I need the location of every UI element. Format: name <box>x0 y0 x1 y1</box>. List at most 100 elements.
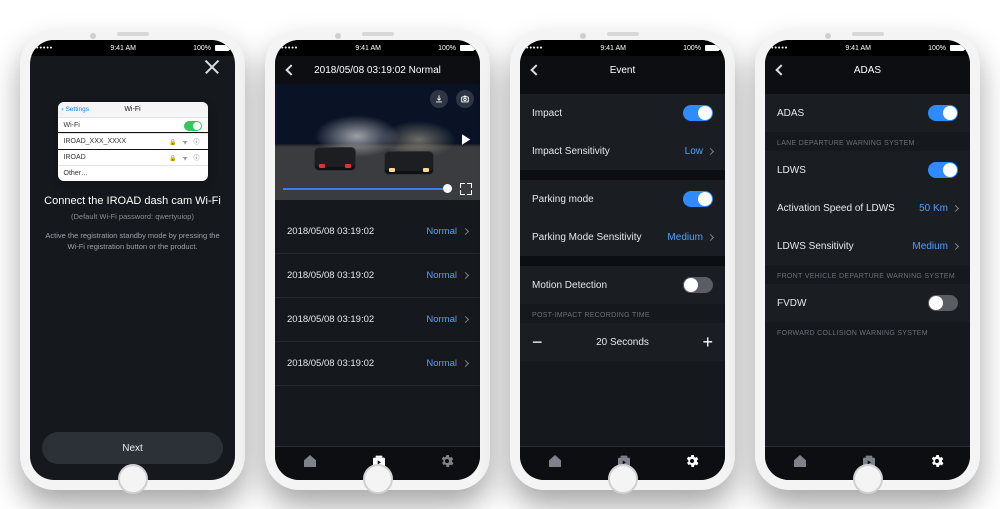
tab-settings[interactable] <box>929 453 945 474</box>
download-icon[interactable] <box>430 90 448 108</box>
status-bar: ••••• 9:41 AM 100% <box>520 40 725 56</box>
recording-row[interactable]: 2018/05/08 03:19:02 Normal <box>275 254 480 298</box>
video-player[interactable] <box>275 84 480 200</box>
chevron-right-icon <box>707 233 714 240</box>
home-button[interactable] <box>853 464 883 494</box>
lock-wifi-info-icon: 🔒 ᯤ ⓘ <box>169 153 201 162</box>
play-icon[interactable] <box>456 131 474 154</box>
setting-label: ADAS <box>777 108 804 119</box>
section-fcws: FORWARD COLLISION WARNING SYSTEM <box>765 322 970 341</box>
battery-icon <box>460 45 474 51</box>
battery-pct: 100% <box>928 45 946 52</box>
setting-label: LDWS Sensitivity <box>777 241 854 252</box>
back-button[interactable] <box>771 60 791 80</box>
stepper-minus[interactable]: − <box>532 332 543 353</box>
toggle-fvdw[interactable] <box>928 295 958 311</box>
tab-settings[interactable] <box>684 453 700 474</box>
stepper-plus[interactable]: + <box>702 332 713 353</box>
back-button[interactable] <box>526 60 546 80</box>
section-ldws: LANE DEPARTURE WARNING SYSTEM <box>765 132 970 151</box>
back-button[interactable] <box>281 60 301 80</box>
signal-icon: ••••• <box>36 45 53 52</box>
chevron-right-icon <box>462 272 469 279</box>
toggle-ldws[interactable] <box>928 162 958 178</box>
setting-motion-detection[interactable]: Motion Detection <box>520 266 725 304</box>
tab-settings[interactable] <box>439 453 455 474</box>
recording-row[interactable]: 2018/05/08 03:19:02 Normal <box>275 342 480 386</box>
section-fvdw: FRONT VEHICLE DEPARTURE WARNING SYSTEM <box>765 265 970 284</box>
wifi-settings-illustration: ‹ Settings Wi-Fi Wi-Fi IROAD_XXX_XXXX 🔒 … <box>58 102 208 181</box>
recording-timestamp: 2018/05/08 03:19:02 <box>287 226 374 237</box>
setting-ldws-sensitivity[interactable]: LDWS Sensitivity Medium <box>765 227 970 265</box>
toggle-parking-mode[interactable] <box>683 191 713 207</box>
setting-ldws[interactable]: LDWS <box>765 151 970 189</box>
signal-icon: ••••• <box>771 45 788 52</box>
mini-other-label: Other… <box>64 170 89 177</box>
lock-wifi-info-icon: 🔒 ᯤ ⓘ <box>169 137 201 146</box>
setting-label: FVDW <box>777 298 806 309</box>
toggle-motion-detection[interactable] <box>683 277 713 293</box>
recording-tag: Normal <box>426 358 457 369</box>
status-time: 9:41 AM <box>110 45 136 52</box>
post-impact-stepper: − 20 Seconds + <box>520 323 725 361</box>
setting-label: Impact <box>532 108 562 119</box>
mini-back: ‹ Settings <box>62 106 89 113</box>
next-button[interactable]: Next <box>42 432 223 464</box>
mini-other-network: IROAD <box>64 154 86 161</box>
setting-parking-sensitivity[interactable]: Parking Mode Sensitivity Medium <box>520 218 725 256</box>
fullscreen-icon[interactable] <box>460 183 472 195</box>
nav-bar: 2018/05/08 03:19:02 Normal <box>275 56 480 84</box>
setting-label: Activation Speed of LDWS <box>777 203 895 214</box>
scrubber-handle[interactable] <box>443 184 452 193</box>
battery-pct: 100% <box>438 45 456 52</box>
section-post-impact: POST-IMPACT RECORDING TIME <box>520 304 725 323</box>
setting-value: 50 Km <box>919 203 948 214</box>
chevron-right-icon <box>952 242 959 249</box>
battery-icon <box>950 45 964 51</box>
onboarding-subtitle: (Default Wi-Fi password: qwertyuiop) <box>44 212 221 221</box>
battery-icon <box>705 45 719 51</box>
phone-event-settings: ••••• 9:41 AM 100% Event Impact Impact S… <box>510 30 735 490</box>
recording-row[interactable]: 2018/05/08 03:19:02 Normal <box>275 210 480 254</box>
settings-list: Impact Impact Sensitivity Low Parking mo… <box>520 84 725 446</box>
setting-value: Medium <box>667 232 703 243</box>
status-bar: ••••• 9:41 AM 100% <box>765 40 970 56</box>
home-button[interactable] <box>608 464 638 494</box>
tab-home[interactable] <box>791 453 809 474</box>
phone-playback: ••••• 9:41 AM 100% 2018/05/08 03:19:02 N… <box>265 30 490 490</box>
recording-timestamp: 2018/05/08 03:19:02 <box>287 270 374 281</box>
phone-onboarding: ••••• 9:41 AM 100% ‹ Settings Wi-Fi Wi-F… <box>20 30 245 490</box>
nav-title: Event <box>610 65 636 76</box>
setting-impact-sensitivity[interactable]: Impact Sensitivity Low <box>520 132 725 170</box>
setting-adas[interactable]: ADAS <box>765 94 970 132</box>
home-button[interactable] <box>363 464 393 494</box>
setting-ldws-speed[interactable]: Activation Speed of LDWS 50 Km <box>765 189 970 227</box>
setting-label: Motion Detection <box>532 280 607 291</box>
recording-tag: Normal <box>426 314 457 325</box>
switch-camera-icon[interactable] <box>456 90 474 108</box>
tab-home[interactable] <box>546 453 564 474</box>
onboarding-title: Connect the IROAD dash cam Wi-Fi <box>44 195 221 207</box>
recording-tag: Normal <box>426 226 457 237</box>
nav-bar: Event <box>520 56 725 84</box>
setting-fvdw[interactable]: FVDW <box>765 284 970 322</box>
chevron-right-icon <box>462 316 469 323</box>
status-time: 9:41 AM <box>845 45 871 52</box>
close-icon[interactable] <box>203 58 221 76</box>
signal-icon: ••••• <box>526 45 543 52</box>
setting-parking-mode[interactable]: Parking mode <box>520 180 725 218</box>
signal-icon: ••••• <box>281 45 298 52</box>
toggle-impact[interactable] <box>683 105 713 121</box>
setting-impact[interactable]: Impact <box>520 94 725 132</box>
scrubber[interactable] <box>283 184 472 194</box>
tab-home[interactable] <box>301 453 319 474</box>
settings-list: ADAS LANE DEPARTURE WARNING SYSTEM LDWS … <box>765 84 970 446</box>
setting-label: Parking mode <box>532 194 594 205</box>
vehicle-graphic <box>315 148 355 170</box>
recording-row[interactable]: 2018/05/08 03:19:02 Normal <box>275 298 480 342</box>
status-bar: ••••• 9:41 AM 100% <box>275 40 480 56</box>
home-button[interactable] <box>118 464 148 494</box>
recording-timestamp: 2018/05/08 03:19:02 <box>287 314 374 325</box>
setting-value: Medium <box>912 241 948 252</box>
toggle-adas[interactable] <box>928 105 958 121</box>
